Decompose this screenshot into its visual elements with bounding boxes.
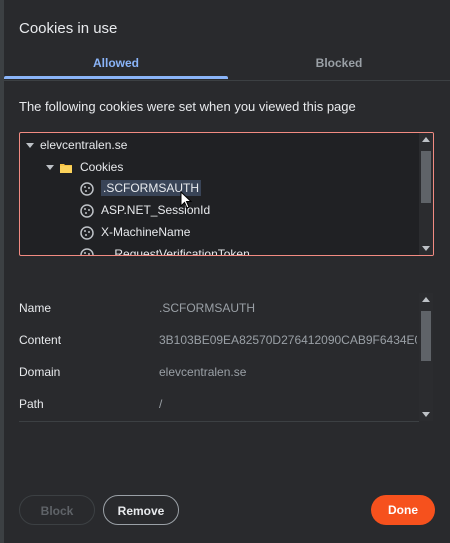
cookie-label: X-MachineName <box>101 225 191 239</box>
scroll-thumb[interactable] <box>421 311 431 361</box>
expand-triangle-icon[interactable] <box>46 165 54 171</box>
detail-label: Name <box>19 301 52 315</box>
detail-label: Path <box>19 397 44 411</box>
detail-label: Content <box>19 333 62 347</box>
cookie-icon <box>80 204 94 218</box>
scroll-up-icon[interactable] <box>422 297 430 302</box>
done-button[interactable]: Done <box>371 495 435 525</box>
cookie-icon <box>80 182 94 196</box>
detail-row-domain: Domain elevcentralen.se <box>19 362 419 382</box>
intro-text: The following cookies were set when you … <box>19 99 356 114</box>
active-tab-indicator <box>4 76 228 79</box>
cookie-icon <box>80 248 94 255</box>
scroll-up-icon[interactable] <box>422 137 430 142</box>
scroll-down-icon[interactable] <box>422 412 430 417</box>
detail-value: 3B103BE09EA82570D276412090CAB9F6434E0BE <box>159 333 417 347</box>
cookie-icon <box>80 226 94 240</box>
detail-row-name: Name .SCFORMSAUTH <box>19 298 419 318</box>
folder-icon <box>60 163 72 173</box>
detail-value: / <box>159 397 163 411</box>
details-divider <box>19 421 419 422</box>
cookie-label: __RequestVerificationToken <box>101 247 250 256</box>
dialog-title: Cookies in use <box>19 20 118 37</box>
detail-value: .SCFORMSAUTH <box>159 301 255 315</box>
detail-value: elevcentralen.se <box>159 365 247 379</box>
detail-label: Domain <box>19 365 61 379</box>
detail-row-path: Path / <box>19 394 419 414</box>
scroll-down-icon[interactable] <box>422 246 430 251</box>
cookies-dialog: Cookies in use Allowed Blocked The follo… <box>4 0 450 543</box>
tree-item-site[interactable]: elevcentralen.se <box>26 135 127 155</box>
block-button[interactable]: Block <box>19 495 95 525</box>
scroll-thumb[interactable] <box>421 151 431 203</box>
cookie-tree[interactable]: elevcentralen.se Cookies .SCFORMSAUTH AS… <box>19 132 434 256</box>
detail-row-content: Content 3B103BE09EA82570D276412090CAB9F6… <box>19 330 419 350</box>
mouse-cursor-icon <box>180 191 193 209</box>
cookie-details: Name .SCFORMSAUTH Content 3B103BE09EA825… <box>19 290 434 420</box>
tab-blocked[interactable]: Blocked <box>228 56 450 70</box>
remove-button[interactable]: Remove <box>103 495 179 525</box>
details-scrollbar[interactable] <box>419 293 433 421</box>
tree-item-cookie[interactable]: X-MachineName <box>80 222 190 242</box>
tree-item-folder[interactable]: Cookies <box>46 157 123 177</box>
tree-scrollbar[interactable] <box>419 133 433 255</box>
tab-allowed[interactable]: Allowed <box>4 56 228 70</box>
site-label: elevcentralen.se <box>40 138 128 152</box>
folder-label: Cookies <box>80 160 124 174</box>
tree-item-cookie[interactable]: __RequestVerificationToken <box>80 244 250 256</box>
expand-triangle-icon[interactable] <box>26 143 34 149</box>
